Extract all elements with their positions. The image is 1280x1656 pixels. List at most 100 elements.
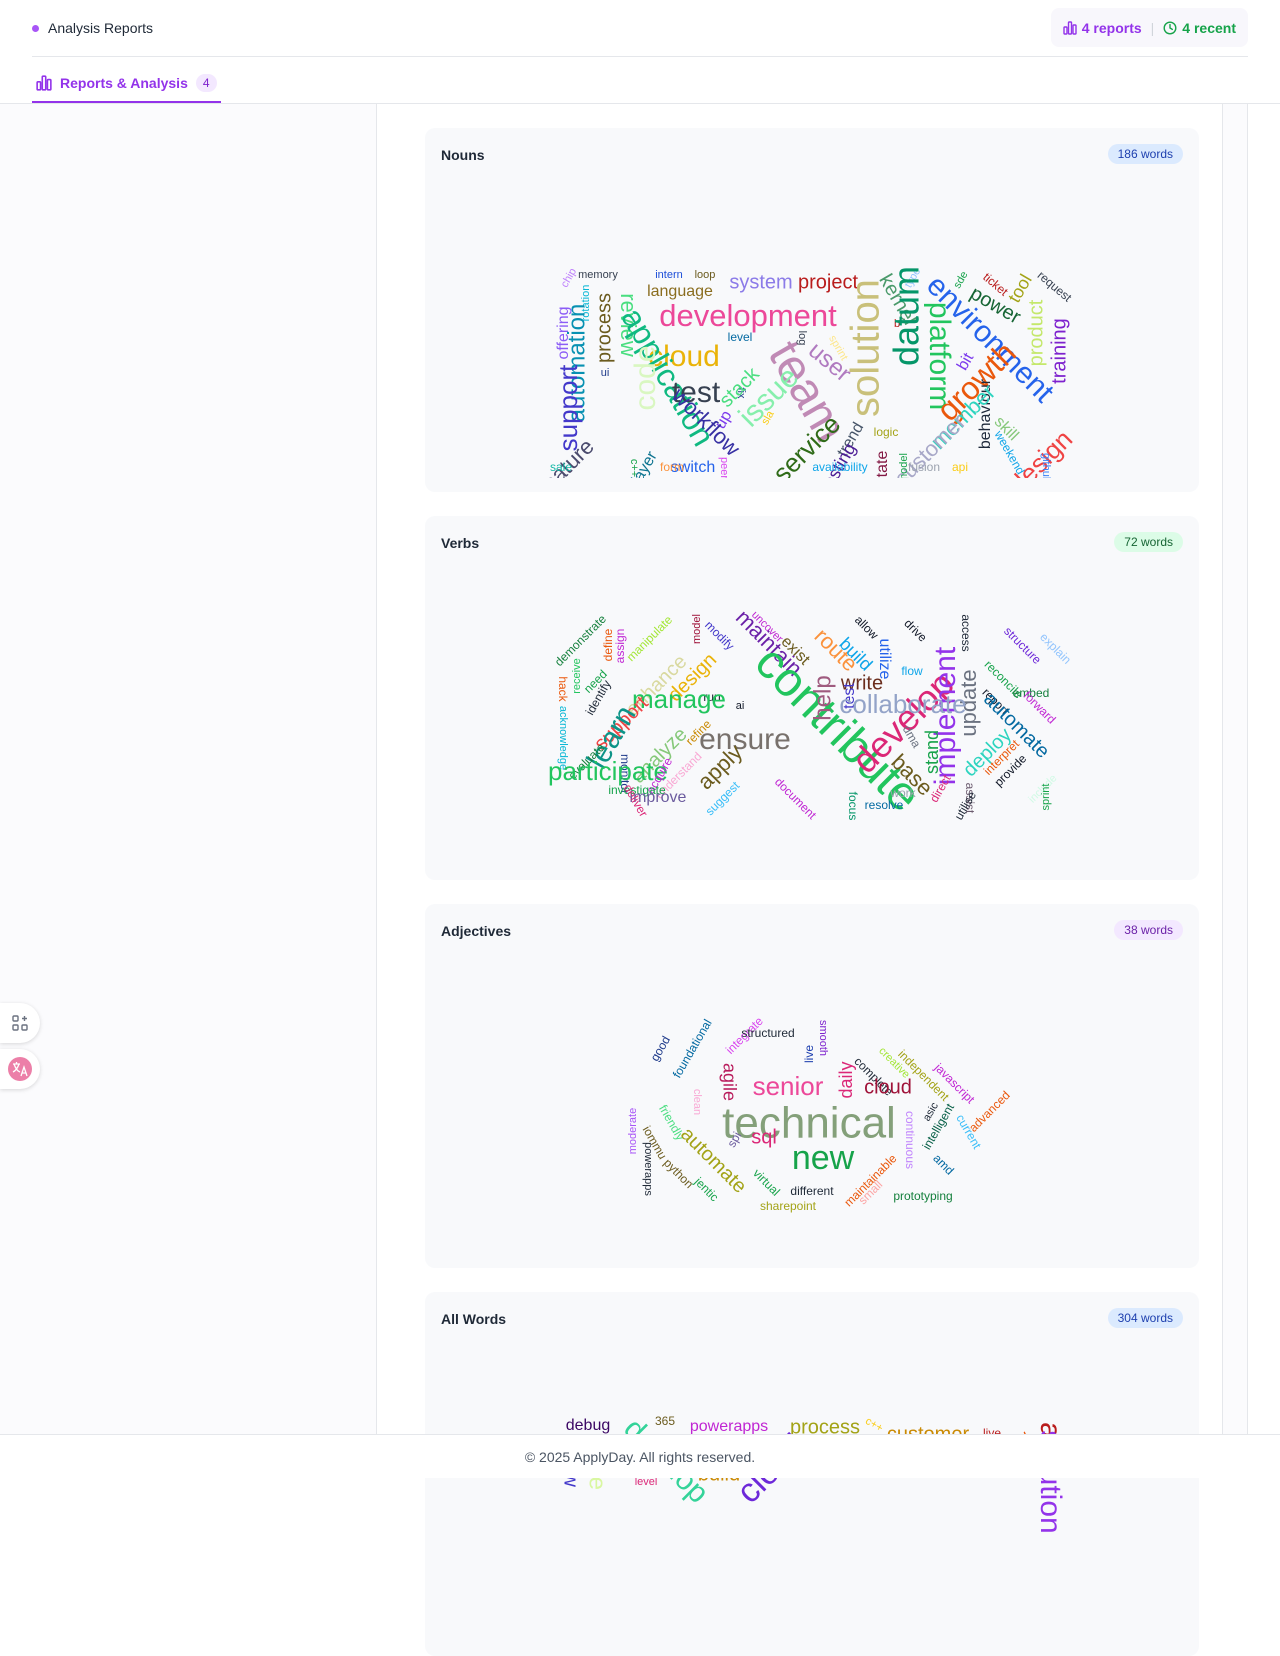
cloud-word: stand [922,730,942,774]
verbs-card: Verbs 72 words demonstrate define assign ma… [425,516,1199,880]
cloud-word: virtual [750,1166,783,1199]
cloud-word: access [959,614,973,651]
verbs-wordcloud: demonstratedefineassignmanipulate model mo… [548,605,1074,823]
word-count-badge: 72 words [1114,532,1183,552]
cloud-word: sale [550,460,572,474]
copyright-text: © 2025 ApplyDay. All rights reserved. [524,1448,756,1465]
all-words-wordcloud: debug365powerappsprocessc++customerlived… [560,1412,1067,1534]
cloud-word: drive [901,616,930,645]
nouns-card: Nouns 186 words memory intern loop system pr… [425,128,1199,492]
stats-summary: 4 reports | 4 recent [1050,8,1248,47]
left-panel [0,104,377,1434]
clock-icon [1163,20,1177,35]
cloud-word: daily [836,1061,856,1098]
footer: © 2025 ApplyDay. All rights reserved. [0,1434,1280,1478]
card-title: Adjectives [441,923,512,939]
cloud-word: help [809,675,836,720]
tab-count-badge: 4 [195,74,217,92]
cloud-word: different [790,1184,834,1198]
cloud-word: modify [702,618,737,653]
reports-stat-label: 4 reports [1081,19,1142,36]
word-count-badge: 38 words [1114,920,1183,940]
cloud-word: smooth [817,1020,829,1056]
cloud-word: form [660,460,684,474]
cloud-word: hack [556,676,570,702]
cloud-word: sharepoint [760,1199,817,1213]
cloud-word: datum [886,266,927,366]
brand-title: Analysis Reports [48,20,154,36]
cloud-word: sprint [1040,784,1052,811]
brand-dot-icon [32,24,39,32]
tab-reports-analysis[interactable]: Reports & Analysis 4 [32,65,221,103]
word-count-badge: 304 words [1107,1308,1183,1328]
cloud-word: assign [613,629,627,664]
cloud-word: code [629,345,662,410]
cloud-word: training [1048,318,1070,384]
cloud-word: moderate [627,1108,639,1154]
cloud-word: availability [812,460,867,474]
cloud-word: 365 [655,1414,675,1428]
cloud-word: model [898,453,910,478]
widgets-button[interactable] [0,1003,40,1043]
right-scroll-strip[interactable] [1222,104,1248,1434]
cloud-word: level [728,330,753,344]
cloud-word: fusion [908,460,940,474]
widgets-add-icon [12,1015,28,1031]
cloud-word: collaborate [839,689,966,719]
brand: Analysis Reports [32,18,153,38]
card-title: Verbs [441,535,480,551]
bar-chart-icon [36,75,52,91]
cloud-word: c++ [863,1415,885,1435]
cloud-word: clean [691,1089,703,1115]
translate-icon [8,1057,32,1081]
cloud-word: structured [741,1026,794,1040]
cloud-word: log [796,331,808,346]
cloud-word: github [1040,453,1052,478]
cloud-word: continuous [903,1111,917,1169]
recent-stat: 4 recent [1163,20,1236,36]
cloud-word: product [1025,299,1047,366]
nouns-wordcloud: memory intern loop system projectchiplanguag… [533,266,1078,478]
cloud-word: focus [846,792,860,821]
cloud-word: senior [753,1071,824,1101]
card-title: Nouns [441,147,485,163]
tab-label: Reports & Analysis [60,75,188,91]
cloud-word: ai [736,700,745,712]
cloud-word: memory [578,269,618,281]
recent-stat-label: 4 recent [1182,19,1236,36]
word-count-badge: 186 words [1107,144,1183,164]
cloud-word: development [659,298,837,333]
cloud-word: process [593,293,615,363]
cloud-word: agile [719,1063,739,1101]
cloud-word: python [661,1156,696,1191]
adjectives-wordcloud: integrategoodfoundational structured smoot… [627,1014,1013,1213]
cloud-word: sde [951,269,970,290]
cloud-word: structure [1001,624,1044,667]
bar-chart-icon [1063,20,1077,35]
cloud-word: live [802,1045,816,1063]
header-divider [32,56,1248,57]
cloud-word: cloud [864,1076,912,1098]
cloud-word: powerapps [642,1142,654,1196]
cloud-word: document [772,775,820,823]
reports-stat: 4 reports [1063,20,1142,36]
cloud-word: amd [930,1151,956,1177]
cloud-word: ui [601,367,610,379]
cloud-word: sql [751,1126,777,1148]
cloud-word: ensure [699,723,791,756]
cloud-word: system [729,271,792,293]
cloud-word: intern [655,269,683,281]
app-header: Analysis Reports 4 reports | 4 recent Re… [0,0,1280,104]
cloud-word: chip [559,266,579,289]
cloud-word: model [691,614,703,644]
translate-button[interactable] [0,1049,40,1089]
cloud-word: debug [566,1417,611,1434]
cloud-word: api [952,460,968,474]
cloud-word: prototyping [893,1189,952,1203]
adjectives-card: Adjectives 38 words integrate good foundat… [425,904,1199,1268]
cloud-word: logic [874,425,899,439]
cloud-word: peer [718,457,730,478]
cloud-word: solution [844,279,888,417]
cloud-word: state [874,451,891,478]
cloud-word: request [1035,268,1075,305]
